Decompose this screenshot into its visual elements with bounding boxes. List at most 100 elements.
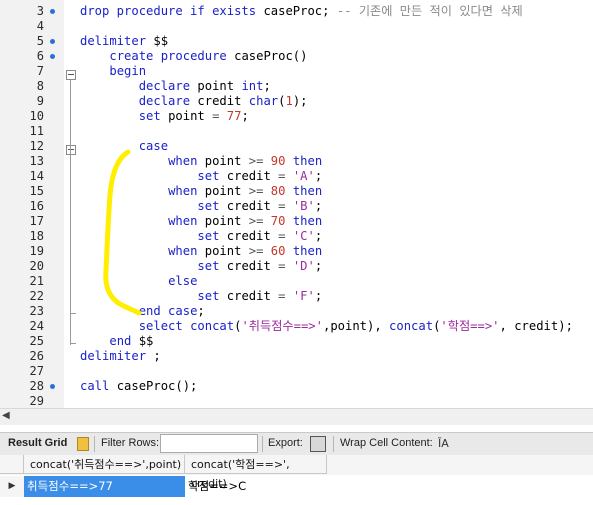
code-line[interactable]: 16 set credit = 'B';	[0, 199, 593, 214]
result-grid-tab[interactable]: Result Grid	[8, 437, 67, 449]
code-token: when	[168, 214, 205, 228]
code-token: 80	[270, 184, 293, 198]
row-selector-icon[interactable]: ▶	[0, 476, 25, 497]
statement-marker-icon	[50, 9, 55, 14]
code-line[interactable]: 24 select concat('취득점수==>',point), conca…	[0, 319, 593, 334]
code-token: 'C'	[292, 229, 315, 243]
code-line[interactable]: 12 case	[0, 139, 593, 154]
code-line[interactable]: 18 set credit = 'C';	[0, 229, 593, 244]
code-text: when point >= 60 then	[80, 244, 322, 259]
code-line[interactable]: 3 drop procedure if exists caseProc; -- 기…	[0, 4, 593, 19]
code-token: then	[292, 154, 323, 168]
column-header[interactable]: concat('학점==>', credit)	[185, 455, 327, 490]
code-line[interactable]: 29	[0, 394, 593, 408]
code-token: 'A'	[292, 169, 315, 183]
line-number: 8	[36, 79, 44, 93]
horizontal-scrollbar[interactable]: ◀	[0, 408, 593, 425]
code-line[interactable]: 13 when point >= 90 then	[0, 154, 593, 169]
code-token: ,point),	[322, 319, 390, 333]
export-label: Export:	[268, 437, 303, 449]
code-token: =	[212, 109, 227, 123]
code-line[interactable]: 28 call caseProc();	[0, 379, 593, 394]
code-token: caseProc;	[263, 4, 337, 18]
line-number: 21	[29, 274, 44, 288]
code-token: caseProc()	[234, 49, 308, 63]
code-line[interactable]: 21 else	[0, 274, 593, 289]
code-line[interactable]: 7 begin	[0, 64, 593, 79]
code-line[interactable]: 19 when point >= 60 then	[0, 244, 593, 259]
code-token: ;	[153, 349, 161, 363]
code-token: ;	[263, 79, 271, 93]
line-number: 26	[29, 349, 44, 363]
code-text: delimiter $$	[80, 34, 168, 49]
code-line[interactable]: 22 set credit = 'F';	[0, 289, 593, 304]
table-cell[interactable]: 취득점수==>77	[24, 476, 185, 497]
code-token: point	[197, 79, 242, 93]
code-token: char	[248, 94, 279, 108]
code-token: credit	[226, 229, 279, 243]
code-line[interactable]: 10 set point = 77;	[0, 109, 593, 124]
line-number: 29	[29, 394, 44, 408]
code-text: set credit = 'C';	[80, 229, 322, 244]
code-token: declare	[138, 79, 198, 93]
code-text: set credit = 'D';	[80, 259, 322, 274]
code-line[interactable]: 17 when point >= 70 then	[0, 214, 593, 229]
code-line[interactable]: 9 declare credit char(1);	[0, 94, 593, 109]
code-token: credit	[226, 169, 279, 183]
code-text: set credit = 'A';	[80, 169, 322, 184]
code-token: credit	[226, 289, 279, 303]
code-token: >=	[248, 184, 271, 198]
line-number: 28	[29, 379, 44, 393]
line-number: 14	[29, 169, 44, 183]
filter-rows-input[interactable]	[160, 434, 258, 453]
code-token: point	[204, 184, 249, 198]
code-line[interactable]: 8 declare point int;	[0, 79, 593, 94]
export-icon[interactable]	[310, 436, 326, 452]
line-number: 23	[29, 304, 44, 318]
grid-view-icon[interactable]	[77, 437, 89, 451]
code-line[interactable]: 11	[0, 124, 593, 139]
code-line[interactable]: 15 when point >= 80 then	[0, 184, 593, 199]
statement-marker-icon	[50, 39, 55, 44]
sql-editor[interactable]: 3 drop procedure if exists caseProc; -- 기…	[0, 0, 593, 408]
wrap-text-icon[interactable]: ĪA	[438, 437, 449, 450]
line-number: 22	[29, 289, 44, 303]
line-number: 27	[29, 364, 44, 378]
code-line[interactable]: 27	[0, 364, 593, 379]
code-line[interactable]: 6 create procedure caseProc()	[0, 49, 593, 64]
code-token: set	[197, 199, 227, 213]
code-token: ;	[314, 199, 323, 213]
table-row[interactable]: ▶ 취득점수==>77 학점==>C	[0, 476, 593, 498]
code-line[interactable]: 4	[0, 19, 593, 34]
code-line[interactable]: 23 end case;	[0, 304, 593, 319]
code-line[interactable]: 25 end $$	[0, 334, 593, 349]
line-number: 15	[29, 184, 44, 198]
fold-toggle-begin-icon[interactable]	[66, 70, 76, 80]
code-token: then	[292, 184, 323, 198]
code-token: 70	[270, 214, 293, 228]
code-line[interactable]: 14 set credit = 'A';	[0, 169, 593, 184]
code-token: $$	[153, 34, 169, 48]
code-token: credit	[226, 259, 279, 273]
line-number: 19	[29, 244, 44, 258]
fold-guide-line	[70, 80, 71, 345]
fold-toggle-case-icon[interactable]	[66, 145, 76, 155]
code-line[interactable]: 5 delimiter $$	[0, 34, 593, 49]
code-token: else	[168, 274, 198, 288]
column-header[interactable]: concat('취득점수==>',point)	[24, 455, 185, 474]
code-token: =	[278, 259, 293, 273]
table-cell[interactable]: 학점==>C	[185, 476, 327, 497]
scroll-left-icon[interactable]: ◀	[2, 410, 10, 421]
code-line[interactable]: 26 delimiter ;	[0, 349, 593, 364]
code-line[interactable]: 20 set credit = 'D';	[0, 259, 593, 274]
code-token: 90	[270, 154, 293, 168]
